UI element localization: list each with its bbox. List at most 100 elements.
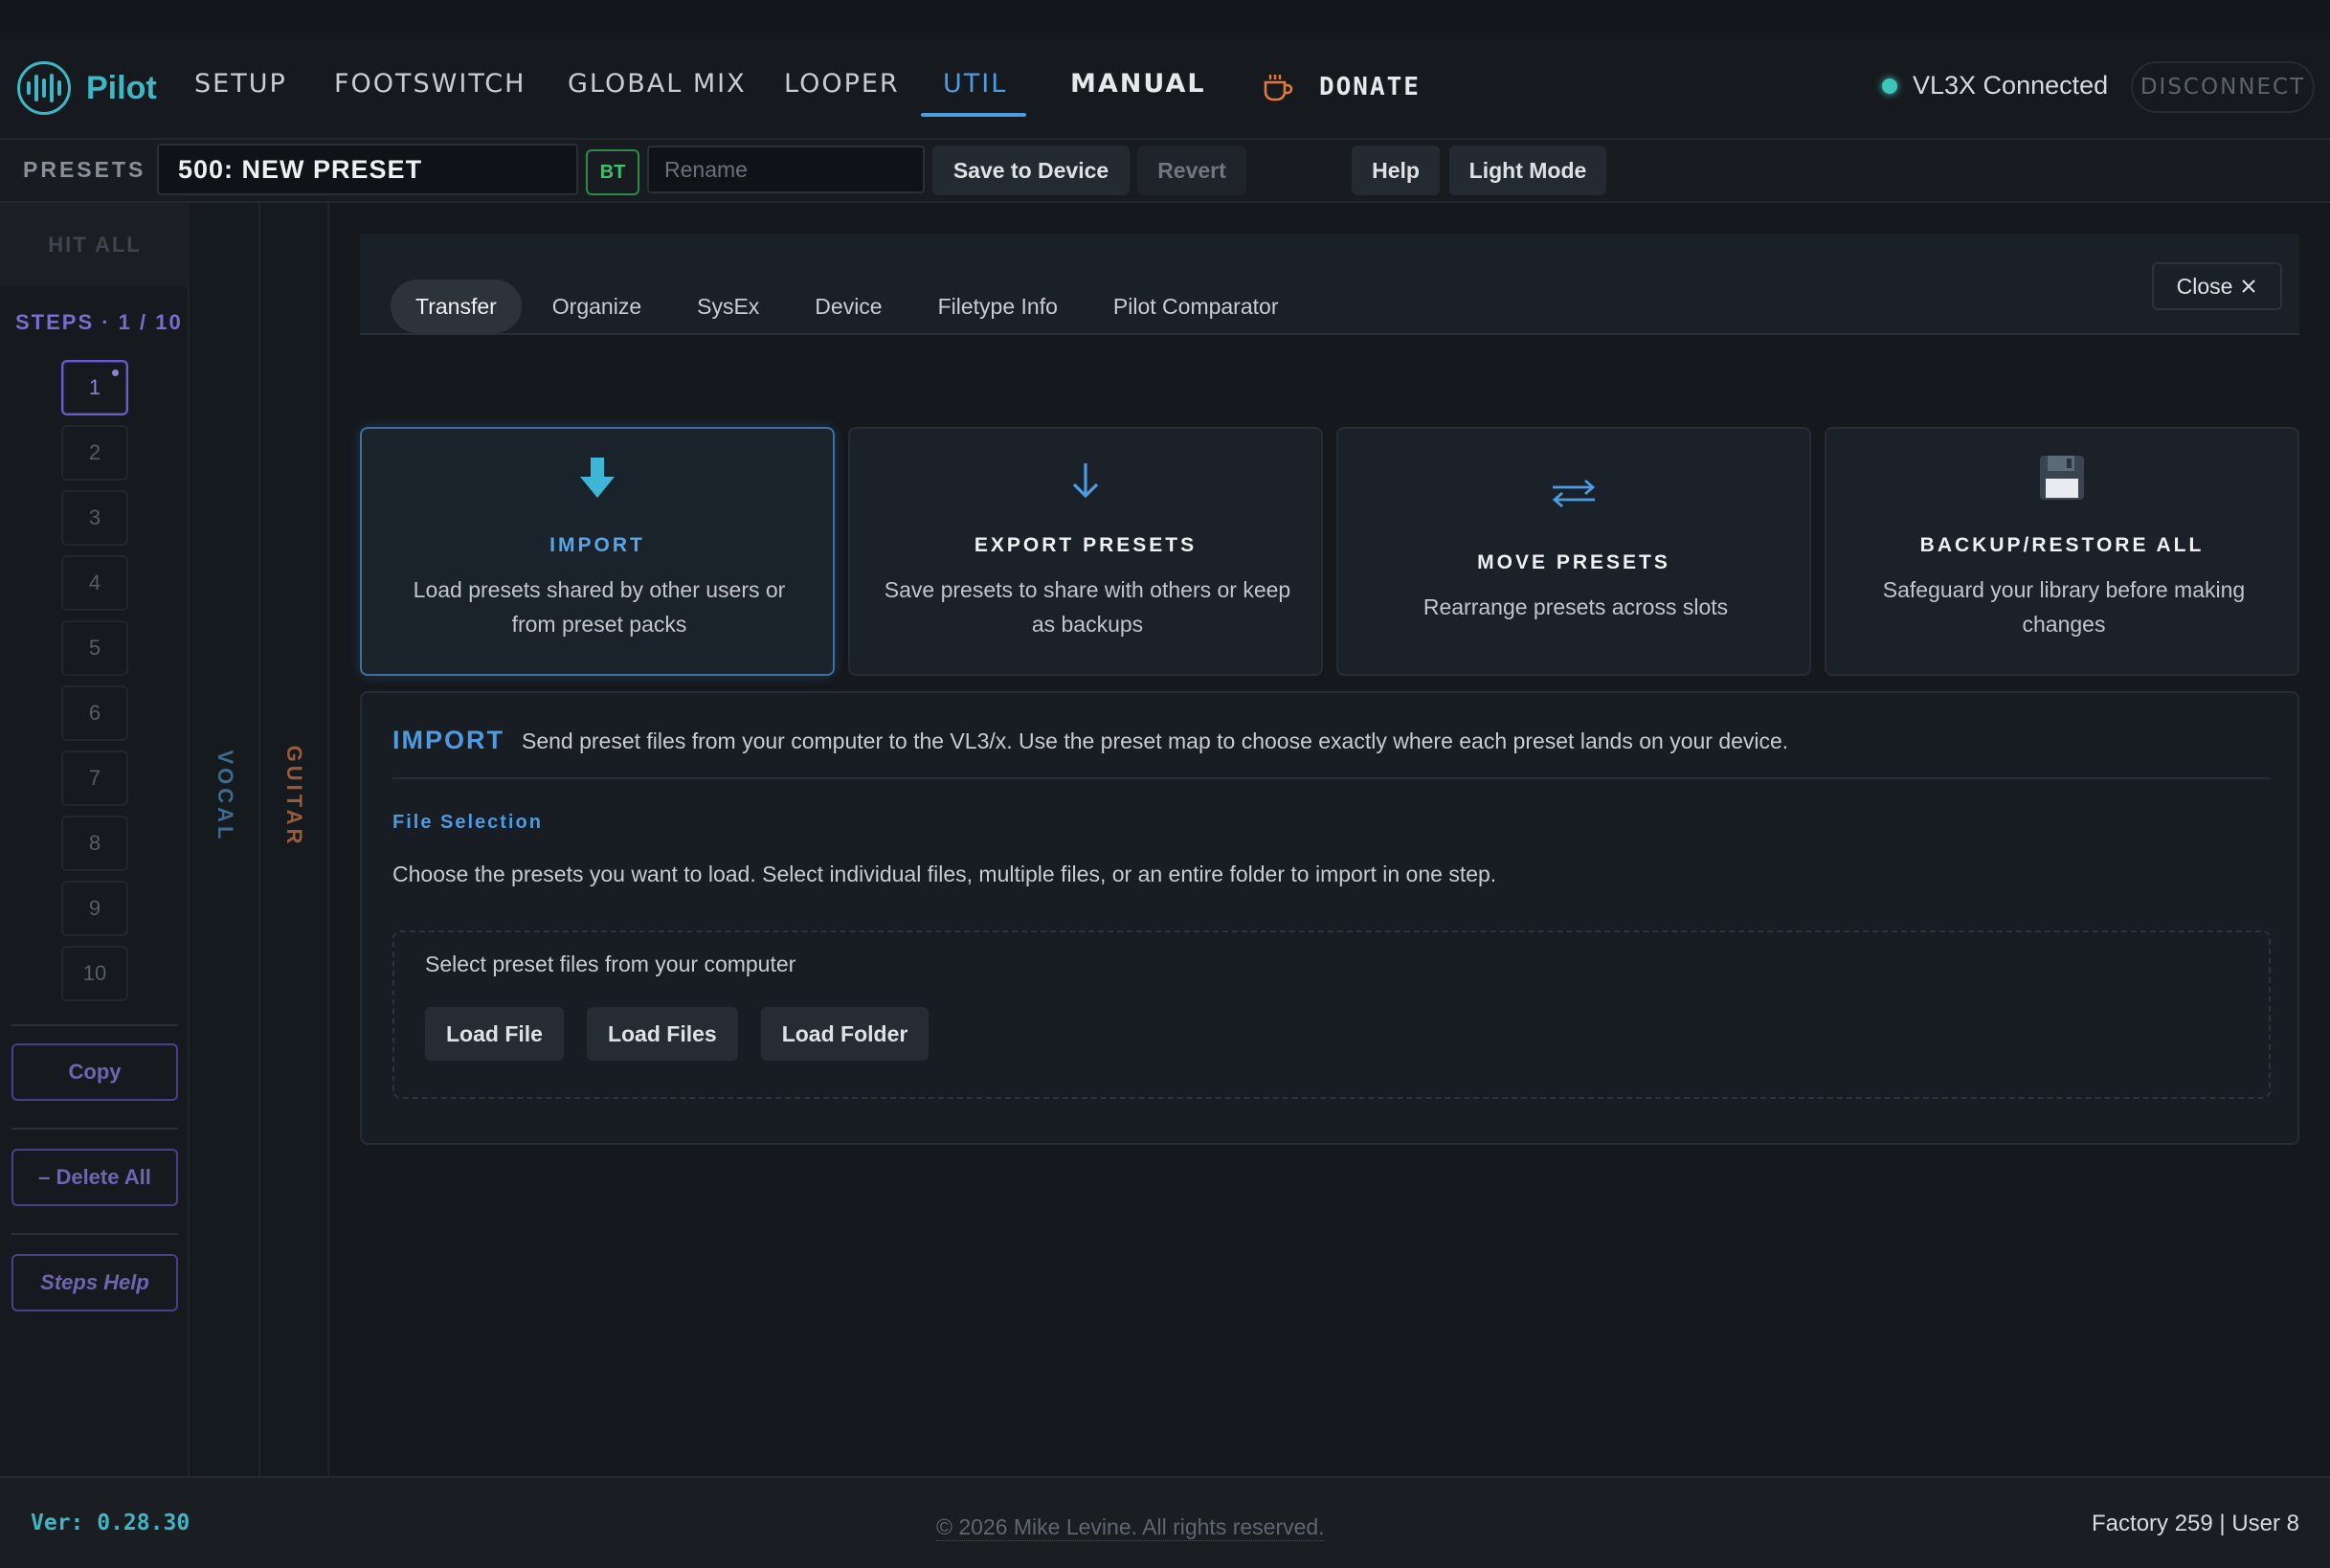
backup-restore-card[interactable]: BACKUP/RESTORE ALL Safeguard your librar… xyxy=(1825,427,2299,676)
help-button[interactable]: Help xyxy=(1352,146,1440,195)
light-mode-button[interactable]: Light Mode xyxy=(1449,146,1606,195)
floppy-disk-icon xyxy=(1826,454,2297,502)
file-selection-description: Choose the presets you want to load. Sel… xyxy=(392,862,1497,886)
card-title: MOVE PRESETS xyxy=(1477,551,1670,573)
footer: Ver: 0.28.30 © 2026 Mike Levine. All rig… xyxy=(0,1476,2330,1568)
import-description: Send preset files from your computer to … xyxy=(522,728,1789,753)
vocal-strip[interactable]: VOCAL xyxy=(191,203,260,1476)
guitar-strip[interactable]: GUITAR xyxy=(260,203,329,1476)
export-presets-card[interactable]: EXPORT PRESETS Save presets to share wit… xyxy=(848,427,1323,676)
donate-link[interactable]: DONATE xyxy=(1262,73,1421,101)
divider xyxy=(11,1024,178,1026)
step-6[interactable]: 6 xyxy=(61,685,128,741)
file-selection-title: File Selection xyxy=(392,812,543,833)
close-button[interactable]: Close xyxy=(2152,262,2282,310)
status-dot-icon xyxy=(1882,78,1897,94)
util-panel-header: Transfer Organize SysEx Device Filetype … xyxy=(360,234,2299,335)
export-arrow-icon xyxy=(850,461,1321,500)
load-folder-button[interactable]: Load Folder xyxy=(760,1007,930,1061)
import-header: IMPORT Send preset files from your compu… xyxy=(392,726,1788,755)
card-desc: Safeguard your library before making cha… xyxy=(1882,577,2246,637)
copy-button[interactable]: Copy xyxy=(11,1043,178,1101)
active-tab-underline xyxy=(921,113,1026,117)
nav-setup[interactable]: SETUP xyxy=(194,69,287,99)
step-label: 1 xyxy=(88,375,101,399)
step-8[interactable]: 8 xyxy=(61,816,128,871)
tab-organize[interactable]: Organize xyxy=(527,280,666,333)
step-9[interactable]: 9 xyxy=(61,881,128,936)
bt-badge[interactable]: BT xyxy=(586,149,639,195)
step-5[interactable]: 5 xyxy=(61,620,128,676)
divider xyxy=(11,1233,178,1235)
save-to-device-button[interactable]: Save to Device xyxy=(932,146,1130,195)
step-label: 3 xyxy=(88,505,101,529)
logo-waveform-icon xyxy=(17,61,71,115)
tab-filetype-info[interactable]: Filetype Info xyxy=(913,280,1083,333)
tab-pilot-comparator[interactable]: Pilot Comparator xyxy=(1088,280,1304,333)
steps-sidebar: HIT ALL STEPS · 1 / 10 1 2 3 4 5 6 7 8 9… xyxy=(0,203,190,1476)
card-desc: Rearrange presets across slots xyxy=(1423,594,1729,619)
import-card[interactable]: IMPORT Load presets shared by other user… xyxy=(360,427,835,676)
main-nav: Pilot SETUP FOOTSWITCH GLOBAL MIX LOOPER… xyxy=(0,38,2330,140)
dropzone-title: Select preset files from your computer xyxy=(425,952,796,976)
step-label: 9 xyxy=(88,896,101,920)
step-label: 8 xyxy=(88,831,101,855)
load-buttons: Load File Load Files Load Folder xyxy=(425,1007,930,1061)
nav-util[interactable]: UTIL xyxy=(943,69,1007,99)
app-name: Pilot xyxy=(86,69,157,106)
step-label: 4 xyxy=(88,571,101,594)
card-title: IMPORT xyxy=(549,534,645,556)
card-title: EXPORT PRESETS xyxy=(974,534,1198,556)
divider xyxy=(392,777,2271,779)
step-7[interactable]: 7 xyxy=(61,750,128,806)
tab-device[interactable]: Device xyxy=(790,280,907,333)
version-label: Ver: 0.28.30 xyxy=(31,1511,190,1535)
load-files-button[interactable]: Load Files xyxy=(586,1007,738,1061)
step-1[interactable]: 1 xyxy=(61,360,128,415)
delete-all-button[interactable]: – Delete All xyxy=(11,1149,178,1206)
hit-all-button[interactable]: HIT ALL xyxy=(0,203,190,287)
rename-input[interactable] xyxy=(647,146,925,193)
tab-transfer[interactable]: Transfer xyxy=(391,280,522,333)
revert-button[interactable]: Revert xyxy=(1137,146,1246,195)
card-title: BACKUP/RESTORE ALL xyxy=(1919,534,2205,556)
active-dot-icon xyxy=(112,370,119,376)
step-label: 7 xyxy=(88,766,101,790)
vocal-label: VOCAL xyxy=(213,750,237,843)
close-icon xyxy=(2242,280,2256,293)
divider xyxy=(11,1128,178,1130)
steps-help-button[interactable]: Steps Help xyxy=(11,1254,178,1311)
preset-selector[interactable]: 500: NEW PRESET xyxy=(157,144,578,195)
preset-bar: PRESETS 500: NEW PRESET BT Save to Devic… xyxy=(0,140,2330,203)
nav-footswitch[interactable]: FOOTSWITCH xyxy=(334,69,526,99)
step-10[interactable]: 10 xyxy=(61,946,128,1001)
donate-label: DONATE xyxy=(1319,73,1421,101)
nav-looper[interactable]: LOOPER xyxy=(784,69,900,99)
tab-sysex[interactable]: SysEx xyxy=(672,280,784,333)
connection-status: VL3X Connected xyxy=(1882,71,2108,101)
move-presets-card[interactable]: MOVE PRESETS Rearrange presets across sl… xyxy=(1336,427,1811,676)
nav-manual[interactable]: MANUAL xyxy=(1070,69,1206,99)
transfer-cards: IMPORT Load presets shared by other user… xyxy=(360,427,2299,676)
nav-global-mix[interactable]: GLOBAL MIX xyxy=(568,69,747,99)
card-desc: Load presets shared by other users or fr… xyxy=(413,577,786,637)
file-dropzone[interactable]: Select preset files from your computer L… xyxy=(392,930,2271,1099)
window-top-strip xyxy=(0,0,2330,38)
disconnect-button[interactable]: DISCONNECT xyxy=(2131,61,2315,113)
util-tabs: Transfer Organize SysEx Device Filetype … xyxy=(391,280,1303,333)
steps-title: STEPS · 1 / 10 xyxy=(15,310,183,334)
copyright-link[interactable]: © 2026 Mike Levine. All rights reserved. xyxy=(936,1514,1325,1541)
status-text: VL3X Connected xyxy=(1913,71,2109,100)
step-label: 10 xyxy=(82,961,107,985)
preset-counts: Factory 259 | User 8 xyxy=(2092,1511,2299,1536)
step-2[interactable]: 2 xyxy=(61,425,128,481)
import-panel: IMPORT Send preset files from your compu… xyxy=(360,691,2299,1145)
step-3[interactable]: 3 xyxy=(61,490,128,546)
app-logo[interactable]: Pilot xyxy=(17,61,157,115)
import-title: IMPORT xyxy=(392,726,504,754)
load-file-button[interactable]: Load File xyxy=(425,1007,564,1061)
step-4[interactable]: 4 xyxy=(61,555,128,611)
presets-label: PRESETS xyxy=(23,157,146,182)
guitar-label: GUITAR xyxy=(282,745,306,848)
card-desc: Save presets to share with others or kee… xyxy=(884,577,1291,637)
